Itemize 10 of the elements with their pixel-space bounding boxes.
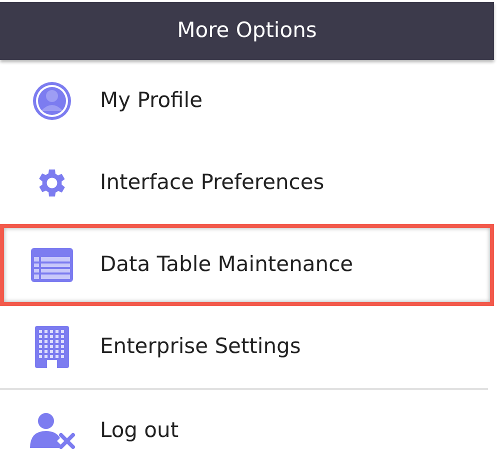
- user-remove-icon: [28, 412, 76, 450]
- person-icon: [32, 81, 72, 121]
- menu-item[interactable]: Interface Preferences: [0, 142, 494, 224]
- menu-header: More Options: [0, 2, 494, 60]
- menu-item[interactable]: Log out: [0, 390, 494, 472]
- table-icon: [31, 248, 73, 282]
- menu-item[interactable]: My Profile: [0, 60, 494, 142]
- building-icon: [35, 326, 69, 368]
- menu-item[interactable]: Enterprise Settings: [0, 306, 494, 388]
- menu-item[interactable]: Data Table Maintenance: [0, 224, 494, 306]
